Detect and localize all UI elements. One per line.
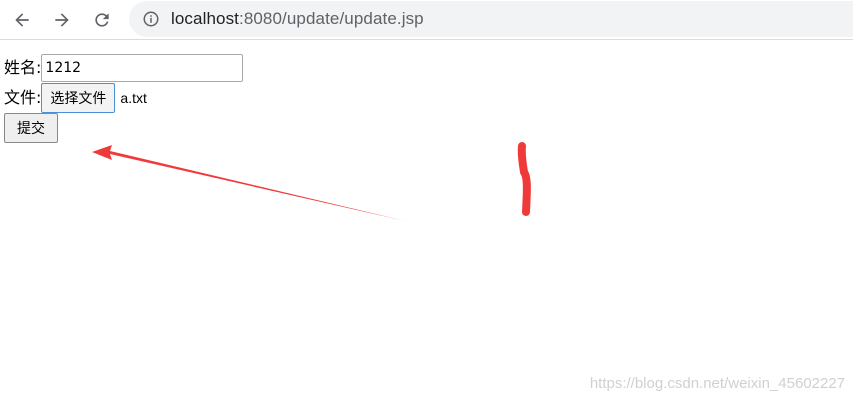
arrow-right-icon bbox=[55, 13, 69, 27]
reload-icon bbox=[95, 13, 109, 27]
back-button[interactable] bbox=[6, 4, 38, 36]
name-row: 姓名: bbox=[4, 53, 244, 82]
browser-toolbar: localhost:8080/update/update.jsp bbox=[0, 0, 853, 40]
url-text[interactable]: localhost:8080/update/update.jsp bbox=[171, 9, 424, 29]
url-path: :8080/update/update.jsp bbox=[239, 9, 424, 28]
watermark: https://blog.csdn.net/weixin_45602227 bbox=[589, 375, 845, 392]
forward-button[interactable] bbox=[46, 4, 78, 36]
arrow-left-icon bbox=[15, 13, 29, 27]
reload-button[interactable] bbox=[86, 4, 118, 36]
submit-button[interactable]: 提交 bbox=[4, 113, 58, 143]
choose-file-button[interactable]: 选择文件 bbox=[41, 82, 116, 113]
file-row: 文件: 选择文件 a.txt bbox=[4, 82, 147, 113]
selected-file-name: a.txt bbox=[120, 89, 147, 106]
url-host: localhost bbox=[171, 9, 239, 28]
name-input[interactable] bbox=[41, 53, 244, 82]
file-label: 文件: bbox=[4, 87, 42, 107]
red-arrow-annotation bbox=[92, 145, 405, 221]
red-stroke-annotation bbox=[517, 142, 531, 216]
name-label: 姓名: bbox=[4, 57, 42, 77]
submit-row: 提交 bbox=[4, 113, 58, 143]
info-icon[interactable] bbox=[142, 10, 160, 28]
address-bar[interactable]: localhost:8080/update/update.jsp bbox=[129, 1, 853, 37]
